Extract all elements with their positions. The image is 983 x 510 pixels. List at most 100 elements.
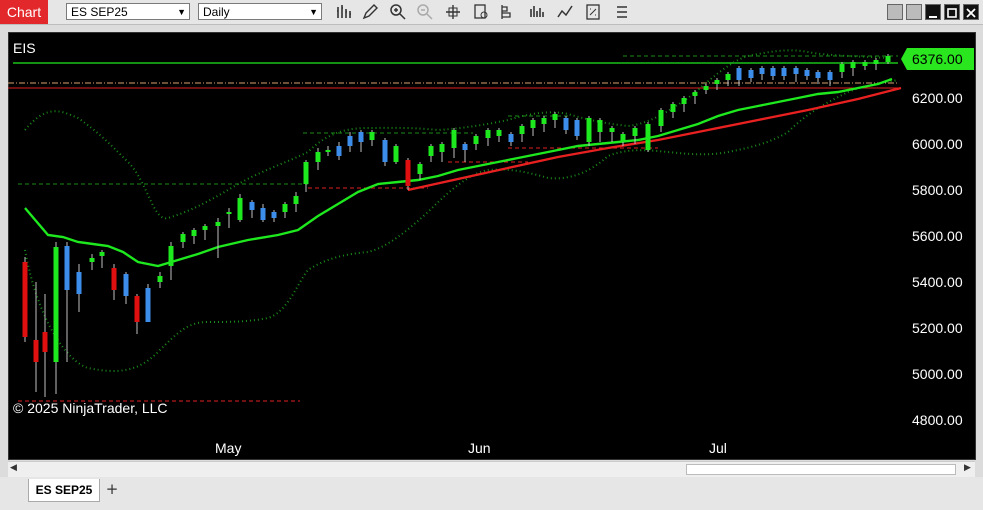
candle-body [850, 62, 856, 68]
price-tick-6000: 6000.00 [912, 136, 963, 152]
more-icon[interactable] [613, 3, 631, 21]
copyright-text: © 2025 NinjaTrader, LLC [13, 400, 168, 416]
candle-body [202, 226, 208, 230]
candle-body [485, 130, 491, 138]
crosshair-icon[interactable] [444, 3, 462, 21]
candle-body [451, 130, 457, 148]
candle-body [597, 120, 603, 132]
candle-body [145, 288, 151, 322]
candle-body [382, 140, 388, 162]
candle-body [804, 70, 810, 76]
candle-body [325, 150, 331, 152]
candle-body [873, 60, 879, 64]
candle-body [42, 332, 48, 352]
instrument-selector[interactable]: ES SEP25 ▼ [66, 3, 190, 20]
maximize-button[interactable] [925, 4, 941, 20]
candle-body [793, 68, 799, 74]
tab-es-sep25[interactable]: ES SEP25 [28, 479, 100, 502]
candle-body [781, 68, 787, 76]
candle-body [226, 212, 232, 214]
candle-body [658, 110, 664, 126]
candle-body [473, 136, 479, 144]
indicators-icon[interactable] [499, 3, 517, 21]
candle-body [462, 144, 468, 150]
candle-body [111, 268, 117, 290]
candle-body [405, 160, 411, 186]
chevron-down-icon: ▼ [177, 7, 186, 17]
candle-body [645, 124, 651, 150]
tab-bar: ES SEP25 + [0, 477, 983, 510]
candle-body [347, 136, 353, 146]
candle-body [99, 252, 105, 256]
candle-body [530, 120, 536, 128]
candle-body [670, 104, 676, 112]
candle-body [180, 234, 186, 242]
app-title[interactable]: Chart [0, 0, 48, 24]
price-tick-5200: 5200.00 [912, 320, 963, 336]
candle-body [157, 276, 163, 282]
candle-body [563, 118, 569, 130]
candle-body [33, 340, 39, 362]
candle-body [53, 247, 59, 362]
candle-body [215, 222, 221, 226]
candle-body [249, 202, 255, 210]
candle-body [123, 274, 129, 296]
price-tick-5400: 5400.00 [912, 274, 963, 290]
candle-body [759, 68, 765, 74]
candle-body [725, 74, 731, 80]
chart-canvas: 6200.00 6000.00 5800.00 5600.00 5400.00 … [8, 32, 976, 460]
scroll-right-icon[interactable]: ▶ [964, 463, 971, 473]
minimize-button[interactable] [906, 4, 922, 20]
candle-body [237, 198, 243, 220]
time-tick-jul: Jul [709, 440, 727, 456]
horizontal-scrollbar[interactable]: ◀ ▶ [8, 461, 975, 478]
chart-toolbar: Chart ES SEP25 ▼ Daily ▼ [0, 0, 983, 25]
candle-body [827, 72, 833, 80]
candle-body [64, 246, 70, 290]
time-tick-jun: Jun [468, 440, 491, 456]
candle-body [271, 212, 277, 218]
candle-body [428, 146, 434, 156]
price-chart[interactable]: 6200.00 6000.00 5800.00 5600.00 5400.00 … [8, 32, 976, 460]
zoom-out-icon[interactable] [416, 3, 434, 21]
candle-body [609, 128, 615, 132]
candle-body [632, 128, 638, 136]
candle-body [282, 204, 288, 212]
candle-body [862, 62, 868, 66]
close-button[interactable] [963, 4, 979, 20]
candle-body [815, 72, 821, 78]
add-tab-button[interactable]: + [102, 479, 122, 499]
strategies-icon[interactable] [528, 3, 546, 21]
drawing-tool-icon[interactable] [361, 3, 379, 21]
scroll-thumb[interactable] [686, 464, 956, 475]
scroll-left-icon[interactable]: ◀ [10, 463, 17, 473]
data-box-icon[interactable] [472, 3, 490, 21]
price-tick-4800: 4800.00 [912, 412, 963, 428]
candle-body [736, 68, 742, 80]
interval-selector[interactable]: Daily ▼ [198, 3, 322, 20]
instrument-value: ES SEP25 [71, 5, 128, 19]
candle-body [303, 162, 309, 184]
price-tick-5000: 5000.00 [912, 366, 963, 382]
candle-body [439, 144, 445, 152]
candle-body [293, 196, 299, 204]
candle-body [692, 92, 698, 96]
lower-band [24, 79, 899, 372]
bar-type-icon[interactable] [334, 3, 352, 21]
zoom-in-icon[interactable] [389, 3, 407, 21]
instrument-label: EIS [13, 40, 36, 56]
candle-body [369, 132, 375, 140]
candle-body [541, 118, 547, 124]
last-price-label: 6376.00 [912, 51, 963, 67]
candle-body [393, 146, 399, 162]
candle-body [336, 146, 342, 156]
candle-body [89, 258, 95, 262]
templates-icon[interactable] [584, 3, 602, 21]
time-tick-may: May [215, 440, 241, 456]
candle-body [748, 70, 754, 78]
fast-moving-average [24, 77, 893, 268]
properties-icon[interactable] [556, 3, 574, 21]
candle-body [770, 68, 776, 76]
restore-button[interactable] [887, 4, 903, 20]
maximize-icon[interactable] [944, 4, 960, 20]
